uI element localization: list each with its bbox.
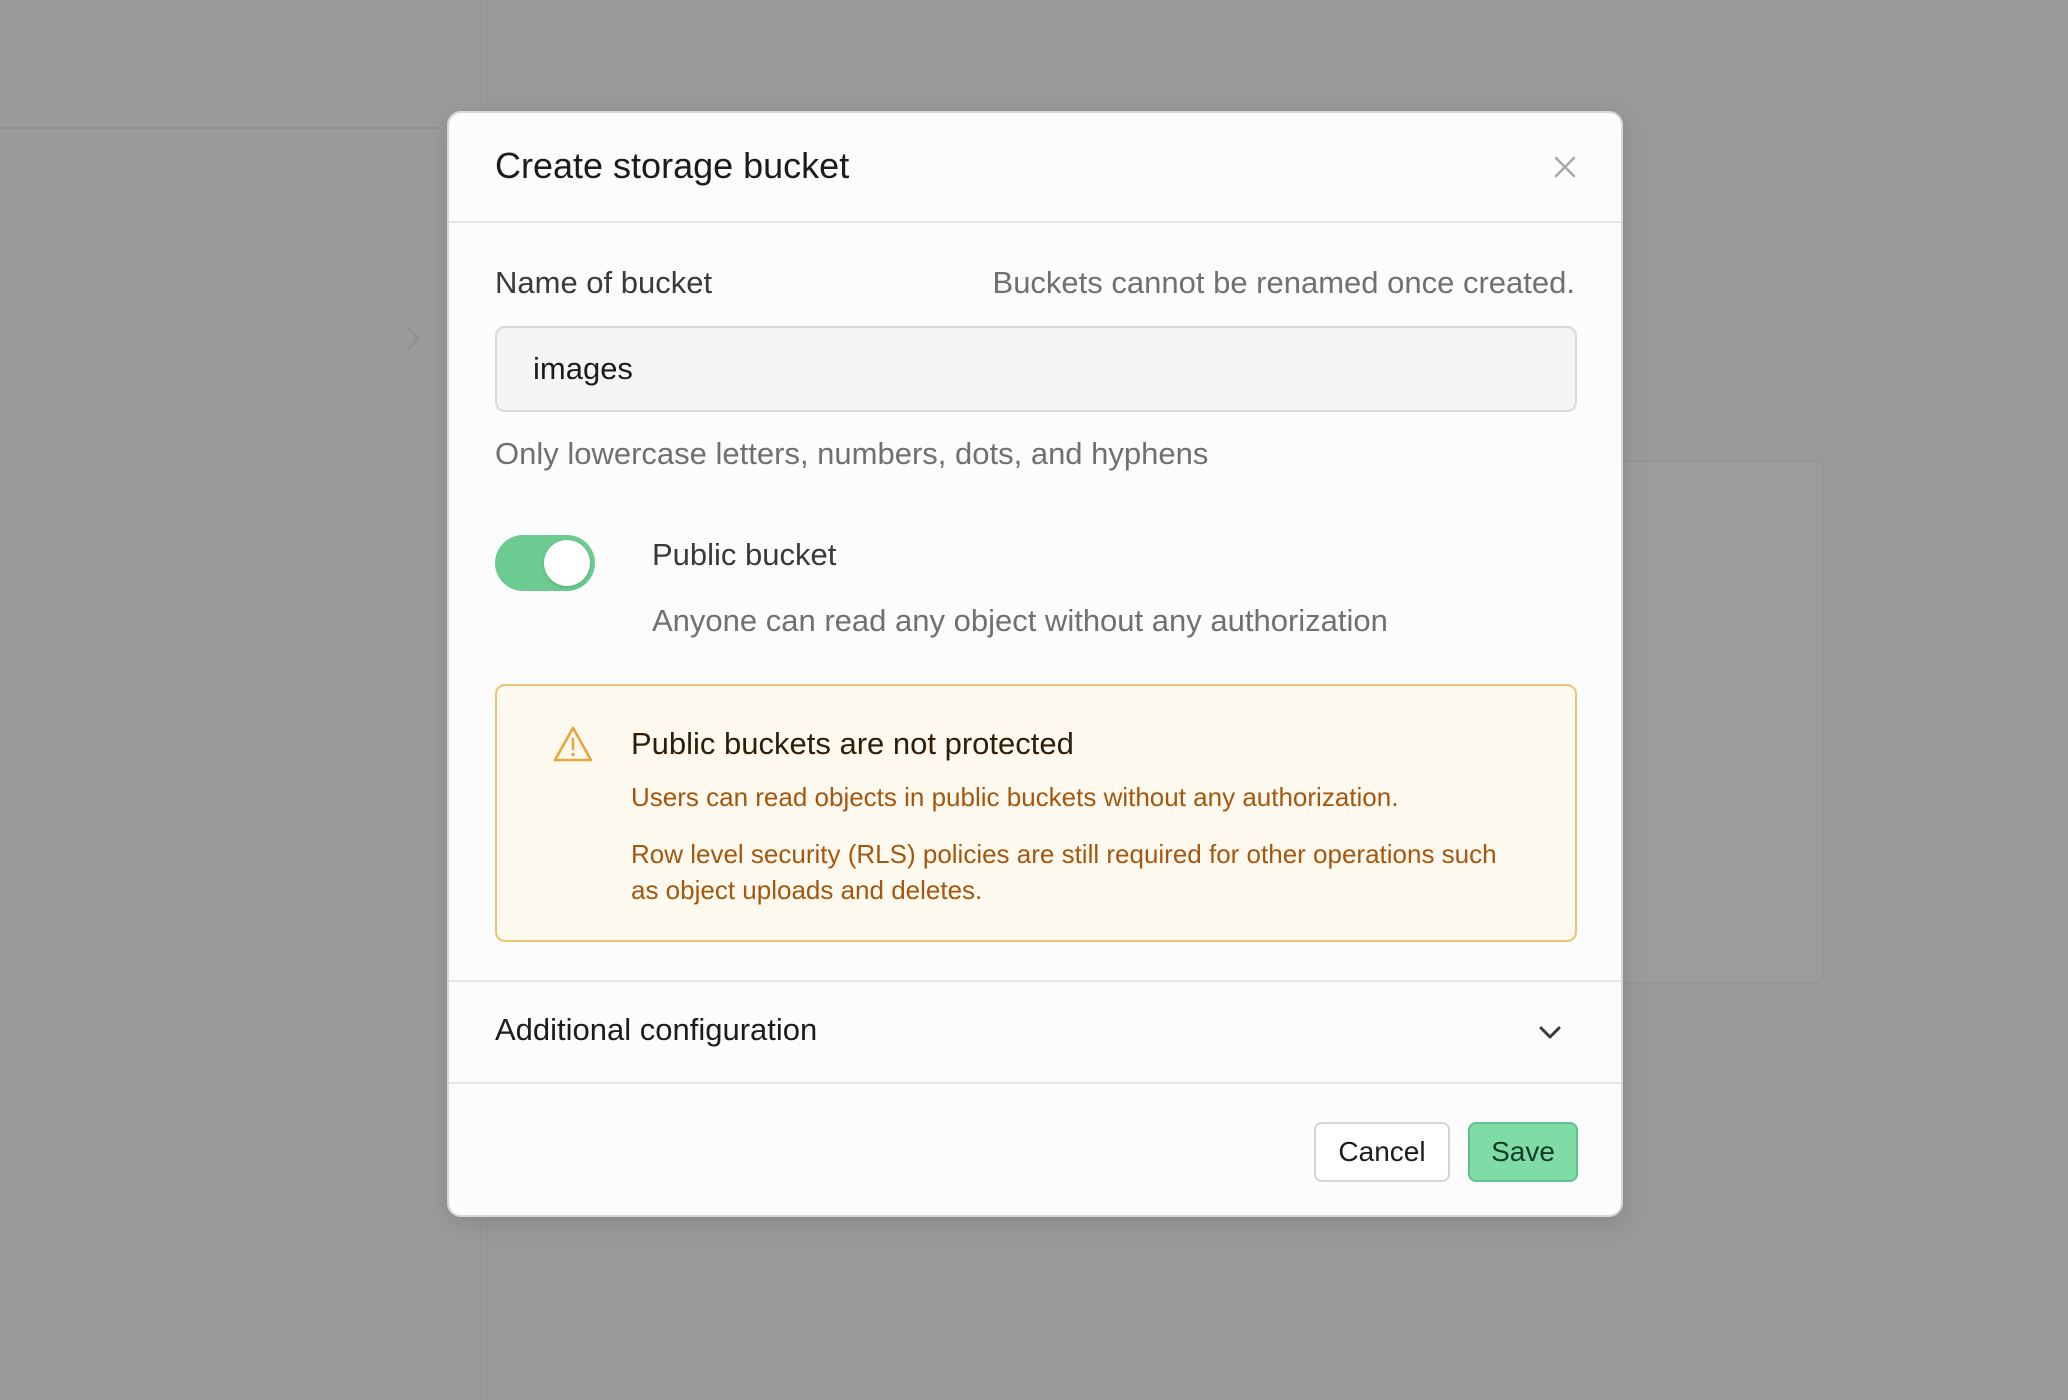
public-bucket-description: Anyone can read any object without any a… (652, 603, 1388, 638)
close-icon (1554, 156, 1576, 178)
dialog-header: Create storage bucket (449, 113, 1621, 223)
public-bucket-warning: Public buckets are not protected Users c… (495, 684, 1577, 942)
additional-configuration-label: Additional configuration (495, 1012, 818, 1047)
bucket-name-hint: Buckets cannot be renamed once created. (992, 265, 1575, 300)
bucket-name-description: Only lowercase letters, numbers, dots, a… (495, 436, 1209, 471)
dialog-title: Create storage bucket (495, 145, 850, 186)
cancel-button[interactable]: Cancel (1314, 1122, 1450, 1182)
create-bucket-dialog: Create storage bucket Name of bucket Buc… (447, 111, 1623, 1217)
warning-title: Public buckets are not protected (631, 726, 1074, 761)
public-bucket-toggle[interactable] (495, 535, 595, 591)
background-sidebar (0, 0, 481, 1400)
toggle-knob (544, 540, 590, 586)
warning-triangle-icon (553, 726, 593, 762)
additional-configuration-toggle[interactable]: Additional configuration (449, 980, 1621, 1084)
close-button[interactable] (1547, 149, 1583, 185)
public-bucket-label: Public bucket (652, 537, 837, 572)
warning-text-rls: Row level security (RLS) policies are st… (631, 839, 1497, 905)
background-divider (0, 127, 440, 129)
chevron-down-icon (1539, 1026, 1561, 1039)
save-button[interactable]: Save (1468, 1122, 1578, 1182)
warning-text-read: Users can read objects in public buckets… (631, 782, 1399, 812)
bucket-name-label: Name of bucket (495, 265, 713, 300)
bucket-name-input[interactable] (495, 326, 1577, 412)
